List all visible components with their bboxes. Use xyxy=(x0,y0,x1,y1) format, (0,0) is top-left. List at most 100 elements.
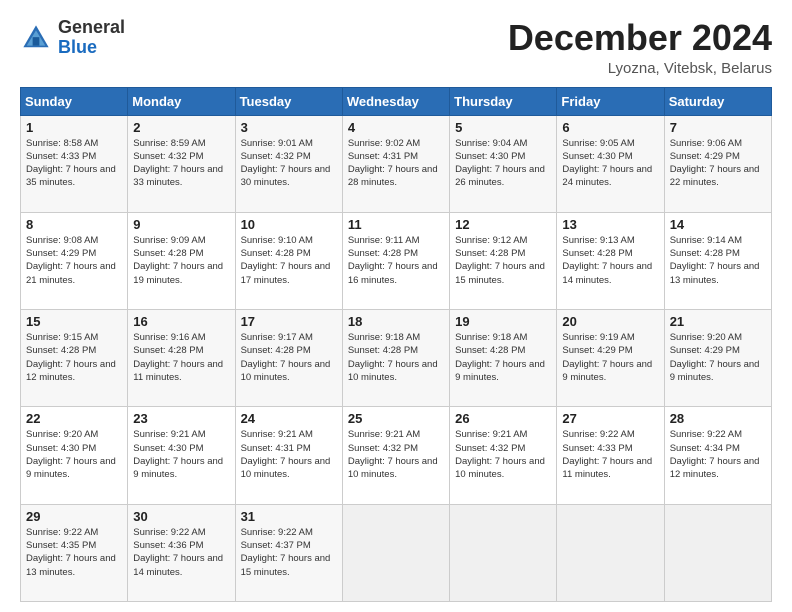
day-info: Sunrise: 9:20 AMSunset: 4:30 PMDaylight:… xyxy=(26,429,116,480)
calendar-day-cell: 23 Sunrise: 9:21 AMSunset: 4:30 PMDayligh… xyxy=(128,407,235,504)
calendar-day-cell: 16Sunrise: 9:16 AMSunset: 4:28 PMDayligh… xyxy=(128,310,235,407)
day-number: 29 xyxy=(26,509,122,524)
day-info: Sunrise: 9:08 AMSunset: 4:29 PMDaylight:… xyxy=(26,235,116,286)
day-info: Sunrise: 9:09 AMSunset: 4:28 PMDaylight:… xyxy=(133,235,223,286)
day-number: 14 xyxy=(670,217,766,232)
day-info: Sunrise: 9:13 AMSunset: 4:28 PMDaylight:… xyxy=(562,235,652,286)
calendar-day-cell: 22 Sunrise: 9:20 AMSunset: 4:30 PMDayligh… xyxy=(21,407,128,504)
day-number: 8 xyxy=(26,217,122,232)
day-number: 16 xyxy=(133,314,229,329)
day-number: 28 xyxy=(670,411,766,426)
logo-icon xyxy=(20,22,52,54)
calendar-day-cell: 20Sunrise: 9:19 AMSunset: 4:29 PMDayligh… xyxy=(557,310,664,407)
day-info: Sunrise: 9:20 AMSunset: 4:29 PMDaylight:… xyxy=(670,332,760,383)
day-number: 2 xyxy=(133,120,229,135)
calendar-day-cell: 12Sunrise: 9:12 AMSunset: 4:28 PMDayligh… xyxy=(450,212,557,309)
calendar-day-cell: 9 Sunrise: 9:09 AMSunset: 4:28 PMDaylight… xyxy=(128,212,235,309)
calendar-day-cell: 13 Sunrise: 9:13 AMSunset: 4:28 PMDayligh… xyxy=(557,212,664,309)
calendar-day-cell xyxy=(450,504,557,601)
day-number: 1 xyxy=(26,120,122,135)
weekday-header: Wednesday xyxy=(342,87,449,115)
location: Lyozna, Vitebsk, Belarus xyxy=(508,60,772,77)
calendar-day-cell: 31 Sunrise: 9:22 AMSunset: 4:37 PMDayligh… xyxy=(235,504,342,601)
day-info: Sunrise: 9:02 AMSunset: 4:31 PMDaylight:… xyxy=(348,138,438,189)
calendar-day-cell: 17Sunrise: 9:17 AMSunset: 4:28 PMDayligh… xyxy=(235,310,342,407)
weekday-header: Monday xyxy=(128,87,235,115)
weekday-header: Saturday xyxy=(664,87,771,115)
day-number: 10 xyxy=(241,217,337,232)
calendar-header-row: SundayMondayTuesdayWednesdayThursdayFrid… xyxy=(21,87,772,115)
day-number: 30 xyxy=(133,509,229,524)
day-info: Sunrise: 9:21 AMSunset: 4:32 PMDaylight:… xyxy=(455,429,545,480)
month-title: December 2024 xyxy=(508,18,772,58)
calendar-day-cell: 26 Sunrise: 9:21 AMSunset: 4:32 PMDayligh… xyxy=(450,407,557,504)
calendar-day-cell: 3Sunrise: 9:01 AMSunset: 4:32 PMDaylight… xyxy=(235,115,342,212)
logo-text: General Blue xyxy=(58,18,125,58)
calendar-day-cell: 10Sunrise: 9:10 AMSunset: 4:28 PMDayligh… xyxy=(235,212,342,309)
day-number: 15 xyxy=(26,314,122,329)
title-block: December 2024 Lyozna, Vitebsk, Belarus xyxy=(508,18,772,77)
header: General Blue December 2024 Lyozna, Viteb… xyxy=(20,18,772,77)
logo-general: General xyxy=(58,17,125,37)
calendar-day-cell: 30Sunrise: 9:22 AMSunset: 4:36 PMDayligh… xyxy=(128,504,235,601)
day-number: 6 xyxy=(562,120,658,135)
weekday-header: Friday xyxy=(557,87,664,115)
day-info: Sunrise: 8:58 AMSunset: 4:33 PMDaylight:… xyxy=(26,138,116,189)
calendar-day-cell: 19Sunrise: 9:18 AMSunset: 4:28 PMDayligh… xyxy=(450,310,557,407)
day-number: 24 xyxy=(241,411,337,426)
day-number: 9 xyxy=(133,217,229,232)
calendar-day-cell: 6 Sunrise: 9:05 AMSunset: 4:30 PMDaylight… xyxy=(557,115,664,212)
weekday-header: Sunday xyxy=(21,87,128,115)
day-number: 19 xyxy=(455,314,551,329)
day-info: Sunrise: 9:21 AMSunset: 4:31 PMDaylight:… xyxy=(241,429,331,480)
day-number: 18 xyxy=(348,314,444,329)
calendar-day-cell: 1 Sunrise: 8:58 AMSunset: 4:33 PMDaylight… xyxy=(21,115,128,212)
calendar-day-cell: 24 Sunrise: 9:21 AMSunset: 4:31 PMDayligh… xyxy=(235,407,342,504)
day-info: Sunrise: 9:22 AMSunset: 4:35 PMDaylight:… xyxy=(26,527,116,578)
calendar-day-cell: 27 Sunrise: 9:22 AMSunset: 4:33 PMDayligh… xyxy=(557,407,664,504)
page: General Blue December 2024 Lyozna, Viteb… xyxy=(0,0,792,612)
day-number: 4 xyxy=(348,120,444,135)
calendar-day-cell: 29 Sunrise: 9:22 AMSunset: 4:35 PMDayligh… xyxy=(21,504,128,601)
calendar-day-cell: 4 Sunrise: 9:02 AMSunset: 4:31 PMDaylight… xyxy=(342,115,449,212)
calendar-day-cell: 18Sunrise: 9:18 AMSunset: 4:28 PMDayligh… xyxy=(342,310,449,407)
day-info: Sunrise: 9:21 AMSunset: 4:32 PMDaylight:… xyxy=(348,429,438,480)
calendar-day-cell: 14 Sunrise: 9:14 AMSunset: 4:28 PMDayligh… xyxy=(664,212,771,309)
calendar-day-cell: 15 Sunrise: 9:15 AMSunset: 4:28 PMDayligh… xyxy=(21,310,128,407)
day-info: Sunrise: 8:59 AMSunset: 4:32 PMDaylight:… xyxy=(133,138,223,189)
calendar-week-row: 22 Sunrise: 9:20 AMSunset: 4:30 PMDayligh… xyxy=(21,407,772,504)
calendar-table: SundayMondayTuesdayWednesdayThursdayFrid… xyxy=(20,87,772,602)
calendar-day-cell: 5Sunrise: 9:04 AMSunset: 4:30 PMDaylight… xyxy=(450,115,557,212)
day-info: Sunrise: 9:22 AMSunset: 4:34 PMDaylight:… xyxy=(670,429,760,480)
day-number: 31 xyxy=(241,509,337,524)
day-number: 11 xyxy=(348,217,444,232)
day-number: 20 xyxy=(562,314,658,329)
day-info: Sunrise: 9:15 AMSunset: 4:28 PMDaylight:… xyxy=(26,332,116,383)
day-number: 13 xyxy=(562,217,658,232)
day-info: Sunrise: 9:22 AMSunset: 4:33 PMDaylight:… xyxy=(562,429,652,480)
day-info: Sunrise: 9:22 AMSunset: 4:37 PMDaylight:… xyxy=(241,527,331,578)
day-info: Sunrise: 9:17 AMSunset: 4:28 PMDaylight:… xyxy=(241,332,331,383)
day-info: Sunrise: 9:04 AMSunset: 4:30 PMDaylight:… xyxy=(455,138,545,189)
day-info: Sunrise: 9:11 AMSunset: 4:28 PMDaylight:… xyxy=(348,235,438,286)
calendar-day-cell: 21Sunrise: 9:20 AMSunset: 4:29 PMDayligh… xyxy=(664,310,771,407)
calendar-day-cell: 2 Sunrise: 8:59 AMSunset: 4:32 PMDaylight… xyxy=(128,115,235,212)
day-number: 3 xyxy=(241,120,337,135)
calendar-day-cell xyxy=(557,504,664,601)
weekday-header: Tuesday xyxy=(235,87,342,115)
day-number: 22 xyxy=(26,411,122,426)
day-info: Sunrise: 9:21 AMSunset: 4:30 PMDaylight:… xyxy=(133,429,223,480)
calendar-day-cell xyxy=(342,504,449,601)
calendar-day-cell: 25Sunrise: 9:21 AMSunset: 4:32 PMDayligh… xyxy=(342,407,449,504)
calendar-day-cell: 28 Sunrise: 9:22 AMSunset: 4:34 PMDayligh… xyxy=(664,407,771,504)
day-number: 27 xyxy=(562,411,658,426)
day-info: Sunrise: 9:06 AMSunset: 4:29 PMDaylight:… xyxy=(670,138,760,189)
day-number: 23 xyxy=(133,411,229,426)
day-info: Sunrise: 9:05 AMSunset: 4:30 PMDaylight:… xyxy=(562,138,652,189)
calendar-week-row: 1 Sunrise: 8:58 AMSunset: 4:33 PMDaylight… xyxy=(21,115,772,212)
day-info: Sunrise: 9:14 AMSunset: 4:28 PMDaylight:… xyxy=(670,235,760,286)
day-number: 26 xyxy=(455,411,551,426)
day-number: 7 xyxy=(670,120,766,135)
calendar-day-cell: 8 Sunrise: 9:08 AMSunset: 4:29 PMDaylight… xyxy=(21,212,128,309)
calendar-day-cell xyxy=(664,504,771,601)
